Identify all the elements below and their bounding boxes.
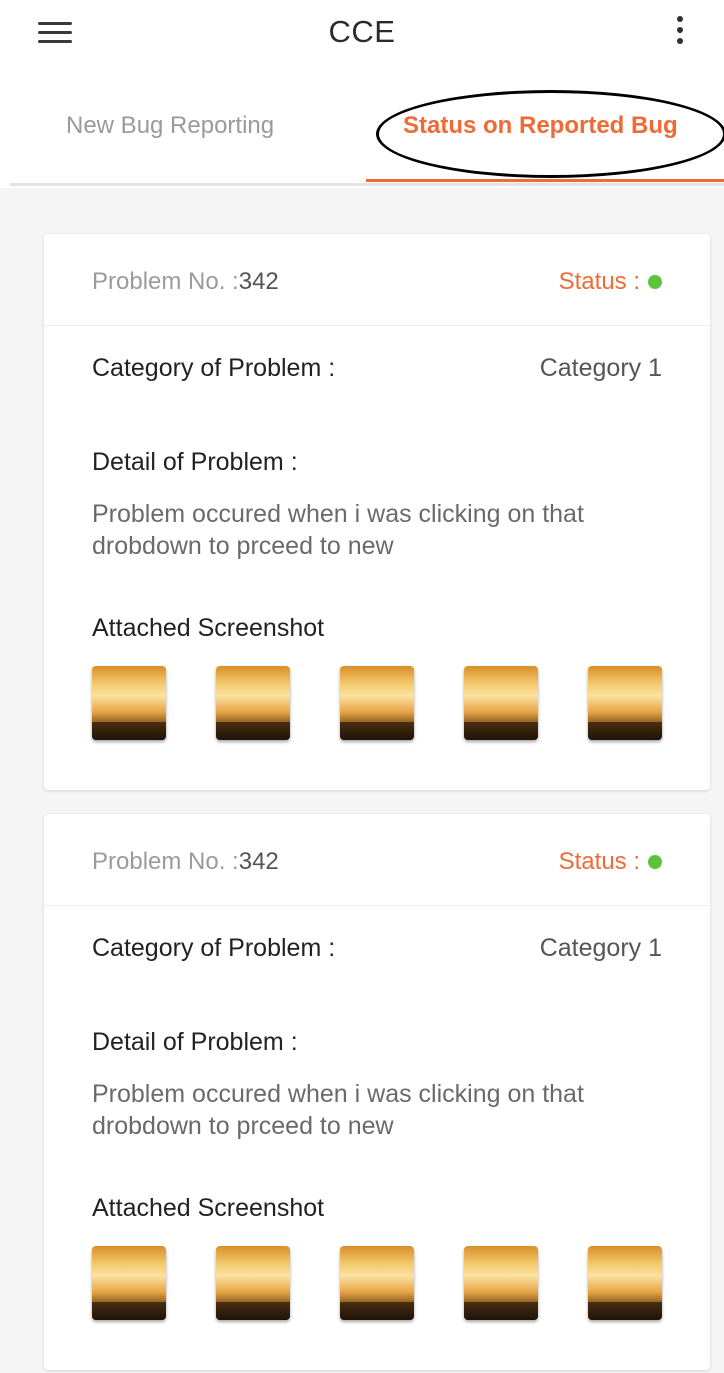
status-dot-icon bbox=[648, 275, 662, 289]
screenshot-thumbnail[interactable] bbox=[92, 666, 166, 740]
status: Status : bbox=[559, 268, 662, 296]
tab-divider bbox=[10, 183, 724, 186]
screenshot-thumbnail[interactable] bbox=[588, 1246, 662, 1320]
problem-number-value: 342 bbox=[238, 848, 279, 875]
category-row: Category of Problem : Category 1 bbox=[92, 934, 662, 963]
screenshot-thumbnail[interactable] bbox=[464, 1246, 538, 1320]
detail-label: Detail of Problem : bbox=[92, 448, 298, 476]
screenshot-thumbnail[interactable] bbox=[340, 1246, 414, 1320]
screenshot-label: Attached Screenshot bbox=[92, 1194, 325, 1222]
category-label: Category of Problem : bbox=[92, 934, 336, 962]
category-value: Category 1 bbox=[539, 934, 662, 962]
screenshot-label: Attached Screenshot bbox=[92, 614, 325, 642]
screenshot-thumbnails bbox=[92, 1246, 662, 1320]
problem-number-label: Problem No. : bbox=[92, 848, 239, 875]
status: Status : bbox=[559, 848, 662, 876]
problem-number: Problem No. :342 bbox=[92, 268, 279, 296]
problem-number: Problem No. :342 bbox=[92, 848, 279, 876]
status-label: Status : bbox=[558, 848, 640, 875]
screenshot-thumbnails bbox=[92, 666, 662, 740]
screenshot-thumbnail[interactable] bbox=[216, 666, 290, 740]
active-tab-indicator bbox=[366, 179, 724, 182]
category-value: Category 1 bbox=[539, 354, 662, 382]
app-title: CCE bbox=[328, 14, 396, 49]
problem-number-value: 342 bbox=[238, 268, 279, 295]
report-card-header: Problem No. :342 Status : bbox=[44, 234, 710, 326]
problem-number-label: Problem No. : bbox=[92, 268, 239, 295]
screenshot-thumbnail[interactable] bbox=[216, 1246, 290, 1320]
screenshot-thumbnail[interactable] bbox=[588, 666, 662, 740]
report-card[interactable]: Problem No. :342 Status : Category of Pr… bbox=[44, 234, 710, 790]
tab-bar: New Bug Reporting Status on Reported Bug bbox=[0, 82, 724, 241]
category-label: Category of Problem : bbox=[92, 354, 336, 382]
detail-text: Problem occured when i was clicking on t… bbox=[92, 1080, 584, 1140]
status-label: Status : bbox=[558, 268, 640, 295]
tab-status-on-reported-bug[interactable]: Status on Reported Bug bbox=[403, 112, 678, 140]
report-list: Problem No. :342 Status : Category of Pr… bbox=[0, 188, 724, 1373]
report-card-header: Problem No. :342 Status : bbox=[44, 814, 710, 906]
detail-text: Problem occured when i was clicking on t… bbox=[92, 500, 584, 560]
status-dot-icon bbox=[648, 855, 662, 869]
app-bar: CCE bbox=[0, 0, 724, 68]
more-vert-icon[interactable] bbox=[668, 10, 692, 50]
detail-label: Detail of Problem : bbox=[92, 1028, 298, 1056]
screenshot-thumbnail[interactable] bbox=[92, 1246, 166, 1320]
category-row: Category of Problem : Category 1 bbox=[92, 354, 662, 383]
report-card[interactable]: Problem No. :342 Status : Category of Pr… bbox=[44, 814, 710, 1370]
screenshot-thumbnail[interactable] bbox=[340, 666, 414, 740]
screenshot-thumbnail[interactable] bbox=[464, 666, 538, 740]
tab-new-bug-reporting[interactable]: New Bug Reporting bbox=[66, 112, 274, 140]
